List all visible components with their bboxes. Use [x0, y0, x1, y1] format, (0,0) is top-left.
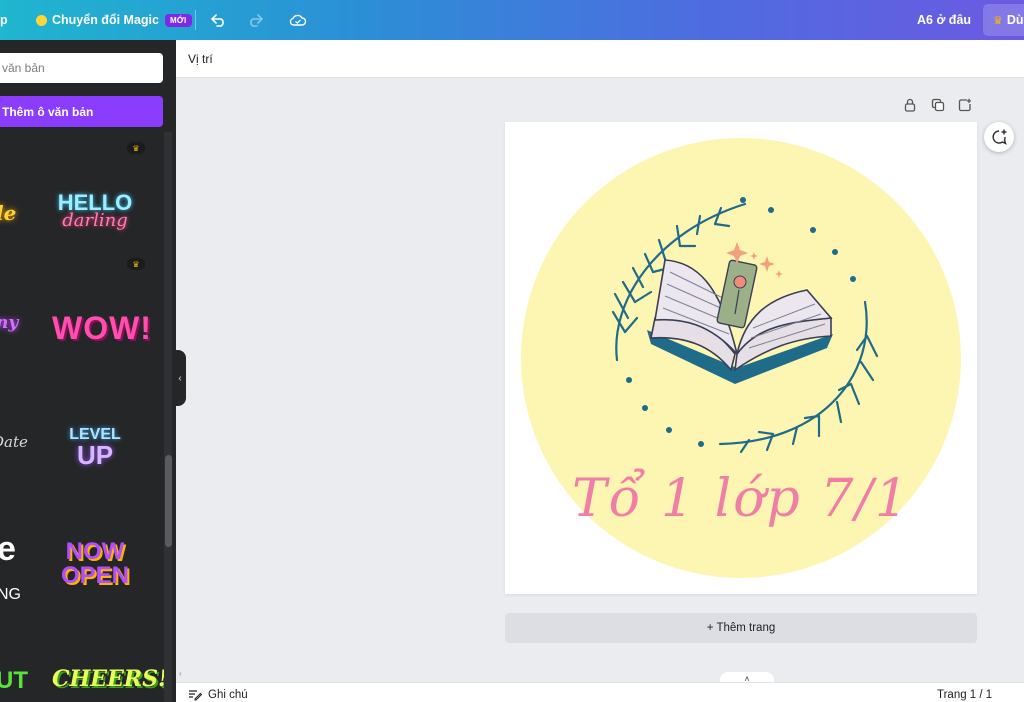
sticker-partial[interactable]: NG: [0, 587, 21, 603]
sticker-partial[interactable]: Date: [0, 435, 28, 450]
location-label[interactable]: A6 ở đâu: [917, 0, 971, 40]
comment-add-icon: [992, 129, 1007, 145]
duplicate-icon: [931, 98, 945, 112]
add-text-label: Thêm ô văn bản: [2, 104, 94, 119]
magic-label: Chuyển đổi Magic: [52, 13, 159, 27]
top-toolbar: p Chuyển đổi Magic MỚI A6 ở đâu ♛ Dù: [0, 0, 1024, 40]
sticker-partial[interactable]: ny: [0, 315, 18, 332]
add-page-label: + Thêm trang: [706, 622, 776, 634]
toolbar-divider: [195, 10, 196, 30]
redo-button[interactable]: [244, 9, 266, 31]
undo-icon: [211, 14, 224, 27]
collapse-panel-button[interactable]: ‹: [174, 350, 186, 406]
lock-page-button[interactable]: [903, 98, 919, 114]
magic-switch-button[interactable]: Chuyển đổi Magic MỚI: [36, 0, 192, 40]
lock-icon: [904, 98, 916, 112]
add-comment-button[interactable]: [984, 122, 1014, 152]
try-pro-button[interactable]: ♛ Dù: [983, 4, 1024, 36]
sticker-text: darling: [62, 210, 128, 231]
scroll-left-icon[interactable]: ‹: [179, 669, 182, 678]
sticker-text: NOW: [65, 538, 125, 565]
sticker-level-up[interactable]: LEVEL UP: [52, 427, 138, 473]
sticker-text: OPEN: [60, 562, 129, 589]
position-button[interactable]: Vị trí: [188, 52, 213, 66]
search-input[interactable]: văn bản: [0, 53, 163, 83]
notes-button[interactable]: Ghi chú: [188, 689, 248, 701]
pro-crown-icon: ♛: [127, 258, 145, 270]
add-text-box-button[interactable]: Thêm ô văn bản: [0, 96, 163, 127]
design-page[interactable]: Tổ 1 lớp 7/1: [505, 122, 977, 594]
new-badge: MỚI: [164, 13, 192, 27]
chevron-left-icon: ‹: [178, 372, 182, 384]
side-panel: văn bản Thêm ô văn bản ♛ ♛ le ny Date e …: [0, 40, 176, 702]
crown-icon: ♛: [993, 14, 1003, 27]
sticker-text: UP: [76, 440, 114, 470]
sticker-cheers[interactable]: CHEERS!: [52, 668, 168, 690]
duplicate-page-button[interactable]: [931, 98, 947, 114]
left-partial-label[interactable]: p: [0, 0, 8, 40]
panel-scrollbar-thumb[interactable]: [165, 455, 172, 547]
add-page-icon: [958, 98, 971, 112]
sticker-wow[interactable]: WOW!: [52, 312, 151, 344]
search-placeholder: văn bản: [2, 61, 45, 75]
panel-scrollbar-track: [164, 132, 172, 702]
notes-icon: [189, 690, 202, 701]
notes-label: Ghi chú: [208, 689, 248, 701]
pro-crown-icon: ♛: [127, 142, 145, 154]
redo-icon: [250, 14, 263, 27]
cloud-check-icon: [289, 14, 307, 26]
sticker-partial[interactable]: e: [0, 532, 16, 566]
sticker-partial[interactable]: UT: [0, 669, 28, 693]
position-bar: Vị trí: [176, 40, 1024, 78]
sticker-hello-darling[interactable]: HELLO darling: [52, 192, 138, 242]
bottom-bar: Ghi chú Trang 1 / 1: [176, 682, 1024, 702]
sticker-partial[interactable]: le: [0, 203, 16, 223]
page-indicator[interactable]: Trang 1 / 1: [937, 689, 992, 701]
add-page-icon-button[interactable]: [958, 98, 974, 114]
try-label: Dù: [1006, 13, 1024, 27]
cloud-save-button[interactable]: [287, 9, 309, 31]
magic-icon: [36, 14, 47, 26]
sticker-now-open[interactable]: NOW OPEN: [52, 540, 138, 592]
horizontal-scrollbar[interactable]: [176, 668, 1024, 680]
undo-button[interactable]: [208, 9, 230, 31]
design-title-text[interactable]: Tổ 1 lớp 7/1: [505, 469, 977, 529]
add-page-button[interactable]: + Thêm trang: [505, 613, 977, 643]
